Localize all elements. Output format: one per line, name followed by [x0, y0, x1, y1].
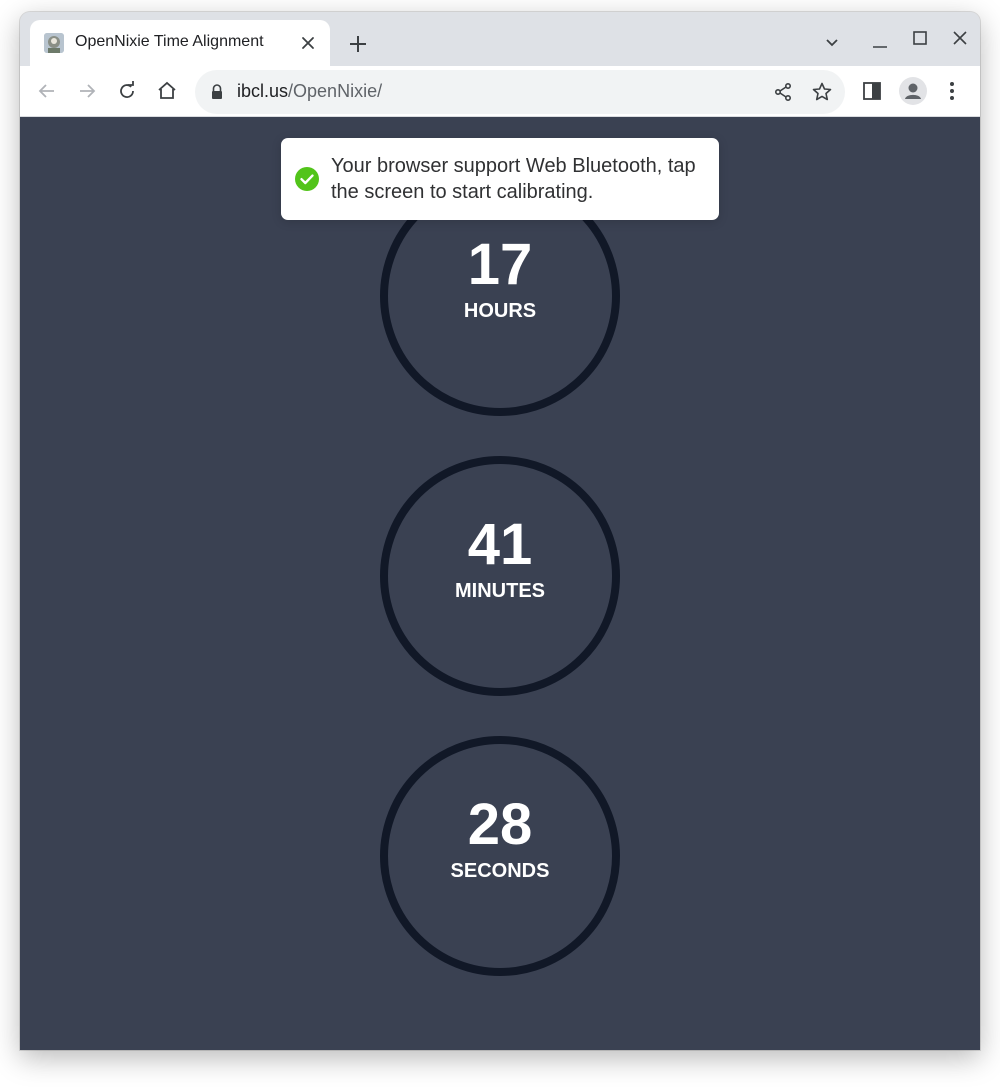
minutes-value: 41 [467, 512, 533, 577]
minutes-label: MINUTES [455, 580, 545, 602]
hours-label: HOURS [463, 300, 537, 322]
side-panel-icon[interactable] [860, 79, 884, 103]
opennixie-favicon-icon [44, 33, 64, 53]
close-window-icon[interactable] [948, 26, 972, 50]
seconds-ring: 28 SECONDS [380, 736, 620, 976]
url-host: ibcl.us [237, 81, 289, 101]
tab-close-icon[interactable] [298, 33, 318, 53]
profile-avatar-icon[interactable] [898, 76, 928, 106]
hours-value: 17 [467, 232, 533, 297]
new-tab-icon[interactable] [346, 32, 370, 56]
bluetooth-notification: Your browser support Web Bluetooth, tap … [281, 138, 719, 220]
browser-window: OpenNixie Time Alignment ibcl.us/OpenNix… [20, 12, 980, 1050]
forward-arrow-icon[interactable] [75, 79, 99, 103]
browser-tab[interactable]: OpenNixie Time Alignment [30, 20, 330, 66]
address-bar[interactable]: ibcl.us/OpenNixie/ [195, 70, 845, 114]
home-icon[interactable] [155, 79, 179, 103]
tab-search-chevron-icon[interactable] [820, 30, 844, 54]
tab-strip: OpenNixie Time Alignment [20, 12, 980, 66]
check-circle-icon [294, 166, 320, 192]
reload-icon[interactable] [115, 79, 139, 103]
more-menu-icon[interactable] [940, 79, 964, 103]
url-path: /OpenNixie/ [288, 81, 383, 101]
seconds-value: 28 [467, 792, 533, 857]
maximize-icon[interactable] [908, 26, 932, 50]
minutes-ring: 41 MINUTES [380, 456, 620, 696]
bookmark-star-icon[interactable] [810, 80, 834, 104]
share-icon[interactable] [771, 80, 795, 104]
lock-icon[interactable] [209, 83, 225, 101]
notification-message: Your browser support Web Bluetooth, tap … [331, 155, 696, 203]
page-content[interactable]: 17 HOURS 41 MINUTES 28 SECONDS Your brow… [20, 117, 980, 1050]
url-text[interactable]: ibcl.us/OpenNixie/ [237, 81, 382, 102]
tab-title: OpenNixie Time Alignment [75, 33, 264, 50]
minimize-icon[interactable] [868, 30, 892, 54]
browser-toolbar: ibcl.us/OpenNixie/ [20, 66, 980, 117]
back-arrow-icon[interactable] [35, 79, 59, 103]
seconds-label: SECONDS [450, 860, 550, 882]
